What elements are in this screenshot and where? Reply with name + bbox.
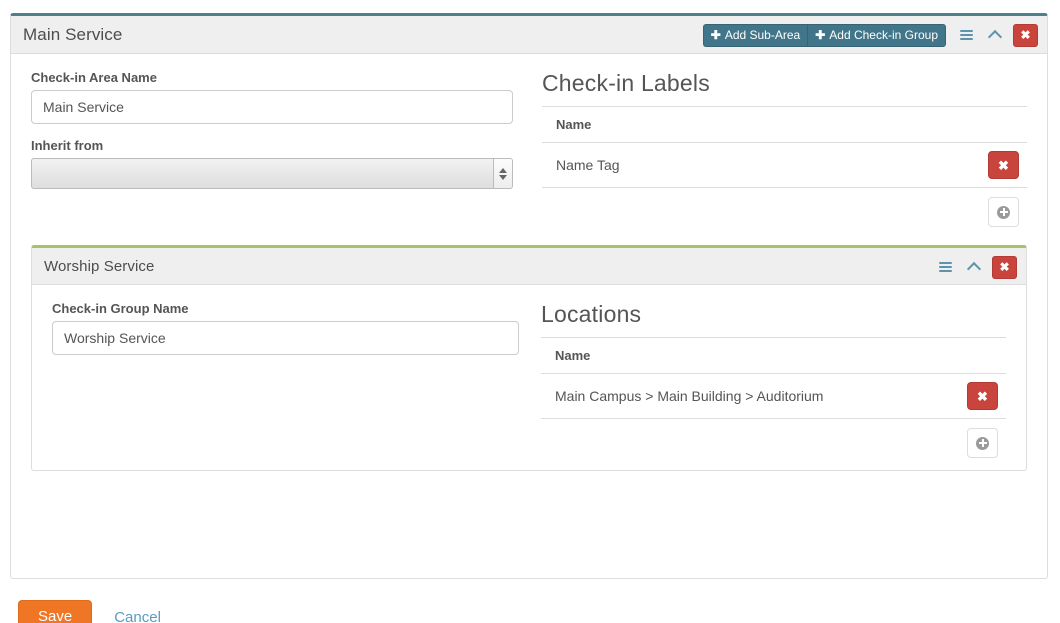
checkin-labels-section: Check-in Labels Name Name Tag ✖: [542, 70, 1027, 227]
checkin-group-form: Check-in Group Name: [52, 301, 522, 355]
column-header-name: Name: [542, 107, 967, 143]
chevron-up-icon: [967, 262, 981, 276]
reorder-handle-icon[interactable]: [932, 256, 958, 279]
column-header-actions: [946, 338, 1006, 374]
checkin-area-name-input[interactable]: [31, 90, 513, 124]
locations-table: Name Main Campus > Main Building > Audit…: [541, 337, 1006, 419]
cancel-link[interactable]: Cancel: [114, 609, 161, 623]
checkin-group-name-input[interactable]: [52, 321, 519, 355]
collapse-panel-button[interactable]: [983, 24, 1007, 47]
checkin-area-panel-body: Check-in Area Name Inherit from Check-in…: [11, 54, 1047, 481]
column-header-name: Name: [541, 338, 946, 374]
row-actions: ✖: [946, 374, 1006, 419]
checkin-labels-title: Check-in Labels: [542, 70, 1027, 97]
checkin-labels-add-row: [542, 188, 1027, 227]
add-sub-area-button[interactable]: ✚ Add Sub-Area: [703, 24, 807, 47]
locations-add-row: [541, 419, 1006, 458]
checkin-area-header-actions: ✚ Add Sub-Area ✚ Add Check-in Group ✖: [703, 16, 1038, 54]
add-location-button[interactable]: [967, 428, 998, 458]
checkin-labels-table: Name Name Tag ✖: [542, 106, 1027, 188]
checkin-group-header-actions: ✖: [925, 248, 1017, 286]
checkin-area-panel: Main Service ✚ Add Sub-Area ✚ Add Check-…: [10, 13, 1048, 579]
row-actions: ✖: [967, 143, 1027, 188]
triangle-up-icon: [499, 168, 507, 173]
checkin-group-panel-header: Worship Service ✖: [32, 248, 1026, 285]
inherit-from-label: Inherit from: [31, 138, 516, 153]
collapse-group-button[interactable]: [962, 256, 986, 279]
circle-plus-icon: [997, 206, 1010, 219]
checkin-group-panel: Worship Service ✖ Check-in Group Name: [31, 245, 1027, 471]
location-name: Main Campus > Main Building > Auditorium: [541, 374, 946, 419]
locations-section: Locations Name Main Campus > Main Bu: [541, 301, 1006, 458]
reorder-handle-icon[interactable]: [953, 24, 979, 47]
chevron-up-icon: [988, 30, 1002, 44]
checkin-group-panel-body: Check-in Group Name Locations Name: [32, 285, 1026, 470]
add-sub-area-label: Add Sub-Area: [725, 25, 800, 46]
table-header-row: Name: [542, 107, 1027, 143]
add-button-group: ✚ Add Sub-Area ✚ Add Check-in Group: [703, 24, 946, 47]
hamburger-icon: [939, 262, 952, 272]
checkin-group-title: Worship Service: [44, 258, 154, 275]
form-spacer: [31, 124, 516, 138]
plus-icon: ✚: [711, 29, 721, 41]
add-checkin-group-button[interactable]: ✚ Add Check-in Group: [807, 24, 946, 47]
locations-title: Locations: [541, 301, 1006, 328]
hamburger-icon: [960, 30, 973, 40]
footer-actions: Save Cancel: [18, 600, 161, 623]
checkin-area-panel-header: Main Service ✚ Add Sub-Area ✚ Add Check-…: [11, 16, 1047, 54]
checkin-area-form: Check-in Area Name Inherit from: [31, 70, 516, 189]
add-checkin-label-button[interactable]: [988, 197, 1019, 227]
add-checkin-group-label: Add Check-in Group: [829, 25, 938, 46]
page-root: Main Service ✚ Add Sub-Area ✚ Add Check-…: [0, 0, 1060, 623]
checkin-area-name-label: Check-in Area Name: [31, 70, 516, 85]
save-button[interactable]: Save: [18, 600, 92, 623]
table-row: Name Tag ✖: [542, 143, 1027, 188]
table-row: Main Campus > Main Building > Auditorium…: [541, 374, 1006, 419]
table-header-row: Name: [541, 338, 1006, 374]
delete-checkin-label-button[interactable]: ✖: [988, 151, 1019, 179]
select-spinner-icon: [493, 159, 512, 188]
column-header-actions: [967, 107, 1027, 143]
checkin-label-name: Name Tag: [542, 143, 967, 188]
delete-location-button[interactable]: ✖: [967, 382, 998, 410]
delete-checkin-group-button[interactable]: ✖: [992, 256, 1017, 279]
page-title: Main Service: [23, 25, 122, 45]
plus-icon: ✚: [815, 29, 825, 41]
checkin-group-name-label: Check-in Group Name: [52, 301, 522, 316]
triangle-down-icon: [499, 175, 507, 180]
inherit-from-select[interactable]: [31, 158, 513, 189]
circle-plus-icon: [976, 437, 989, 450]
delete-checkin-area-button[interactable]: ✖: [1013, 24, 1038, 47]
